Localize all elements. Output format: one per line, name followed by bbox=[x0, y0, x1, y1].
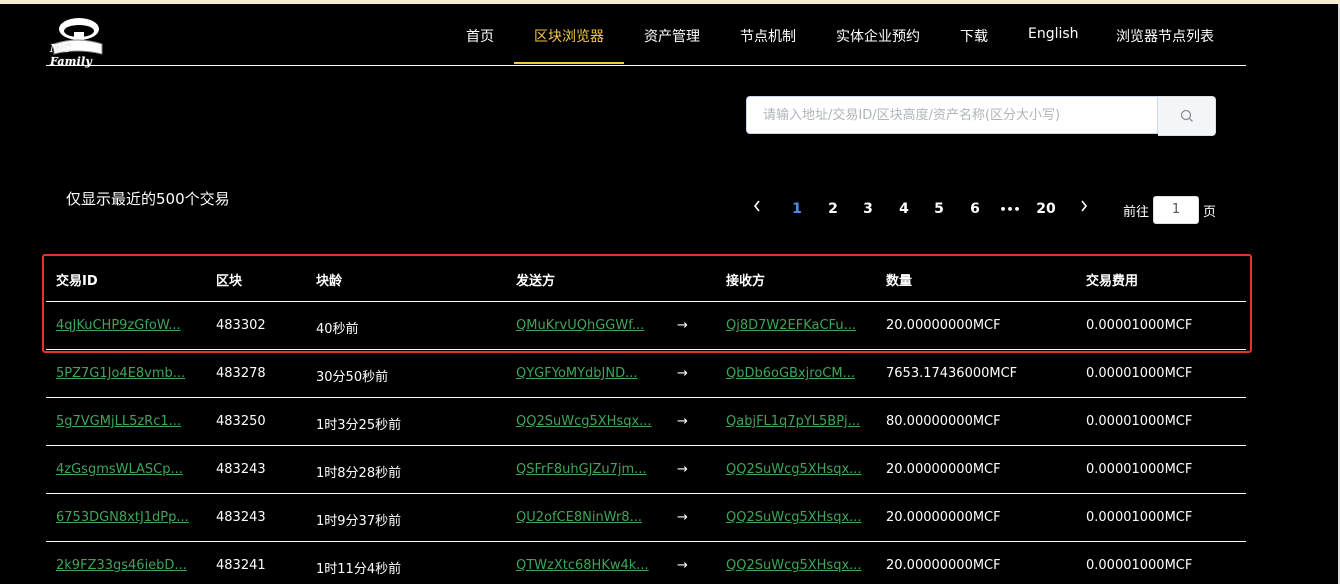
chevron-right-icon bbox=[1081, 200, 1088, 212]
header-divider bbox=[46, 301, 1246, 302]
goto-prefix: 前往 bbox=[1123, 205, 1150, 220]
amount: 20.00000000MCF bbox=[886, 462, 1001, 477]
receiver-link[interactable]: QQ2SuWcg5XHsqx... bbox=[726, 510, 862, 525]
nav-item-node-list[interactable]: 浏览器节点列表 bbox=[1116, 26, 1214, 46]
header-receiver: 接收方 bbox=[726, 274, 766, 289]
nav-item-node-mechanism[interactable]: 节点机制 bbox=[740, 26, 796, 46]
block-height: 483243 bbox=[216, 510, 266, 525]
arrow-right-icon: → bbox=[677, 462, 688, 477]
row-divider bbox=[46, 541, 1246, 542]
nav-item-download[interactable]: 下载 bbox=[960, 26, 988, 46]
nav-item-enterprise-booking[interactable]: 实体企业预约 bbox=[836, 26, 920, 46]
receiver-link[interactable]: QbDb6oGBxjroCM... bbox=[726, 366, 855, 381]
arrow-right-icon: → bbox=[677, 510, 688, 525]
block-height: 483241 bbox=[216, 558, 266, 573]
nav-item-block-explorer[interactable]: 区块浏览器 bbox=[534, 26, 604, 46]
fee: 0.00001000MCF bbox=[1086, 558, 1193, 573]
fee: 0.00001000MCF bbox=[1086, 462, 1193, 477]
header-sender: 发送方 bbox=[516, 274, 556, 289]
fee: 0.00001000MCF bbox=[1086, 510, 1193, 525]
prev-page-button[interactable] bbox=[752, 199, 762, 217]
tx-id-link[interactable]: 5PZ7G1Jo4E8vmb... bbox=[56, 366, 185, 381]
header-block: 区块 bbox=[216, 274, 243, 289]
goto-page-input[interactable]: 1 bbox=[1153, 196, 1199, 224]
block-age: 1时8分28秒前 bbox=[316, 466, 402, 481]
search-button[interactable] bbox=[1158, 96, 1216, 136]
header-tx-id: 交易ID bbox=[56, 274, 98, 289]
header-amount: 数量 bbox=[886, 274, 913, 289]
amount: 80.00000000MCF bbox=[886, 414, 1001, 429]
nav-item-english[interactable]: English bbox=[1028, 26, 1079, 42]
page-6[interactable]: 6 bbox=[963, 201, 987, 217]
page-3[interactable]: 3 bbox=[856, 201, 880, 217]
block-age: 1时9分37秒前 bbox=[316, 514, 402, 529]
fee: 0.00001000MCF bbox=[1086, 318, 1193, 333]
page-5[interactable]: 5 bbox=[927, 201, 951, 217]
block-height: 483250 bbox=[216, 414, 266, 429]
arrow-right-icon: → bbox=[677, 318, 688, 333]
receiver-link[interactable]: QQ2SuWcg5XHsqx... bbox=[726, 558, 862, 573]
sender-link[interactable]: QMuKrvUQhGGWf... bbox=[516, 318, 644, 333]
tx-id-link[interactable]: 2k9FZ33gs46iebD... bbox=[56, 558, 187, 573]
block-age: 40秒前 bbox=[316, 322, 359, 337]
next-page-button[interactable] bbox=[1079, 199, 1089, 217]
tx-id-link[interactable]: 5g7VGMjLL5zRc1... bbox=[56, 414, 181, 429]
amount: 20.00000000MCF bbox=[886, 558, 1001, 573]
fee: 0.00001000MCF bbox=[1086, 366, 1193, 381]
chevron-left-icon bbox=[753, 200, 760, 212]
sender-link[interactable]: QYGFYoMYdbJND... bbox=[516, 366, 638, 381]
page-ellipsis[interactable]: ••• bbox=[998, 203, 1022, 216]
main-nav: 首页 区块浏览器 资产管理 节点机制 实体企业预约 下载 English 浏览器… bbox=[0, 0, 1250, 66]
block-age: 30分50秒前 bbox=[316, 370, 389, 385]
arrow-right-icon: → bbox=[677, 414, 688, 429]
search-box bbox=[746, 96, 1158, 134]
sender-link[interactable]: QU2ofCE8NinWr8... bbox=[516, 510, 642, 525]
receiver-link[interactable]: QQ2SuWcg5XHsqx... bbox=[726, 462, 862, 477]
page-2[interactable]: 2 bbox=[821, 201, 845, 217]
row-divider bbox=[46, 397, 1246, 398]
arrow-right-icon: → bbox=[677, 558, 688, 573]
page-1[interactable]: 1 bbox=[785, 201, 809, 217]
tx-id-link[interactable]: 4qJKuCHP9zGfoW... bbox=[56, 318, 181, 333]
search-icon bbox=[1180, 109, 1193, 122]
block-height: 483302 bbox=[216, 318, 266, 333]
row-divider bbox=[46, 349, 1246, 350]
block-height: 483243 bbox=[216, 462, 266, 477]
arrow-right-icon: → bbox=[677, 366, 688, 381]
highlight-box bbox=[42, 254, 1252, 353]
row-divider bbox=[46, 445, 1246, 446]
row-divider bbox=[46, 493, 1246, 494]
block-age: 1时3分25秒前 bbox=[316, 418, 402, 433]
recent-tx-notice: 仅显示最近的500个交易 bbox=[66, 190, 230, 208]
header-fee: 交易费用 bbox=[1086, 274, 1139, 289]
amount: 20.00000000MCF bbox=[886, 318, 1001, 333]
nav-item-home[interactable]: 首页 bbox=[466, 26, 494, 46]
sender-link[interactable]: QTWzXtc68HKw4k... bbox=[516, 558, 649, 573]
receiver-link[interactable]: Qj8D7W2EFKaCFu... bbox=[726, 318, 856, 333]
goto-suffix: 页 bbox=[1203, 205, 1217, 220]
nav-divider bbox=[46, 65, 1246, 66]
tx-id-link[interactable]: 6753DGN8xtJ1dPp... bbox=[56, 510, 189, 525]
page-4[interactable]: 4 bbox=[892, 201, 916, 217]
receiver-link[interactable]: QabjFL1q7pYL5BPj... bbox=[726, 414, 860, 429]
sender-link[interactable]: QQ2SuWcg5XHsqx... bbox=[516, 414, 652, 429]
nav-item-asset-management[interactable]: 资产管理 bbox=[644, 26, 700, 46]
nav-active-underline bbox=[514, 62, 624, 64]
amount: 20.00000000MCF bbox=[886, 510, 1001, 525]
amount: 7653.17436000MCF bbox=[886, 366, 1018, 381]
block-height: 483278 bbox=[216, 366, 266, 381]
sender-link[interactable]: QSFrF8uhGJZu7jm... bbox=[516, 462, 647, 477]
fee: 0.00001000MCF bbox=[1086, 414, 1193, 429]
search-input[interactable] bbox=[747, 97, 1153, 133]
header-age: 块龄 bbox=[316, 274, 343, 289]
tx-id-link[interactable]: 4zGsgmsWLASCp... bbox=[56, 462, 183, 477]
block-age: 1时11分4秒前 bbox=[316, 562, 402, 577]
page-20[interactable]: 20 bbox=[1034, 201, 1058, 217]
